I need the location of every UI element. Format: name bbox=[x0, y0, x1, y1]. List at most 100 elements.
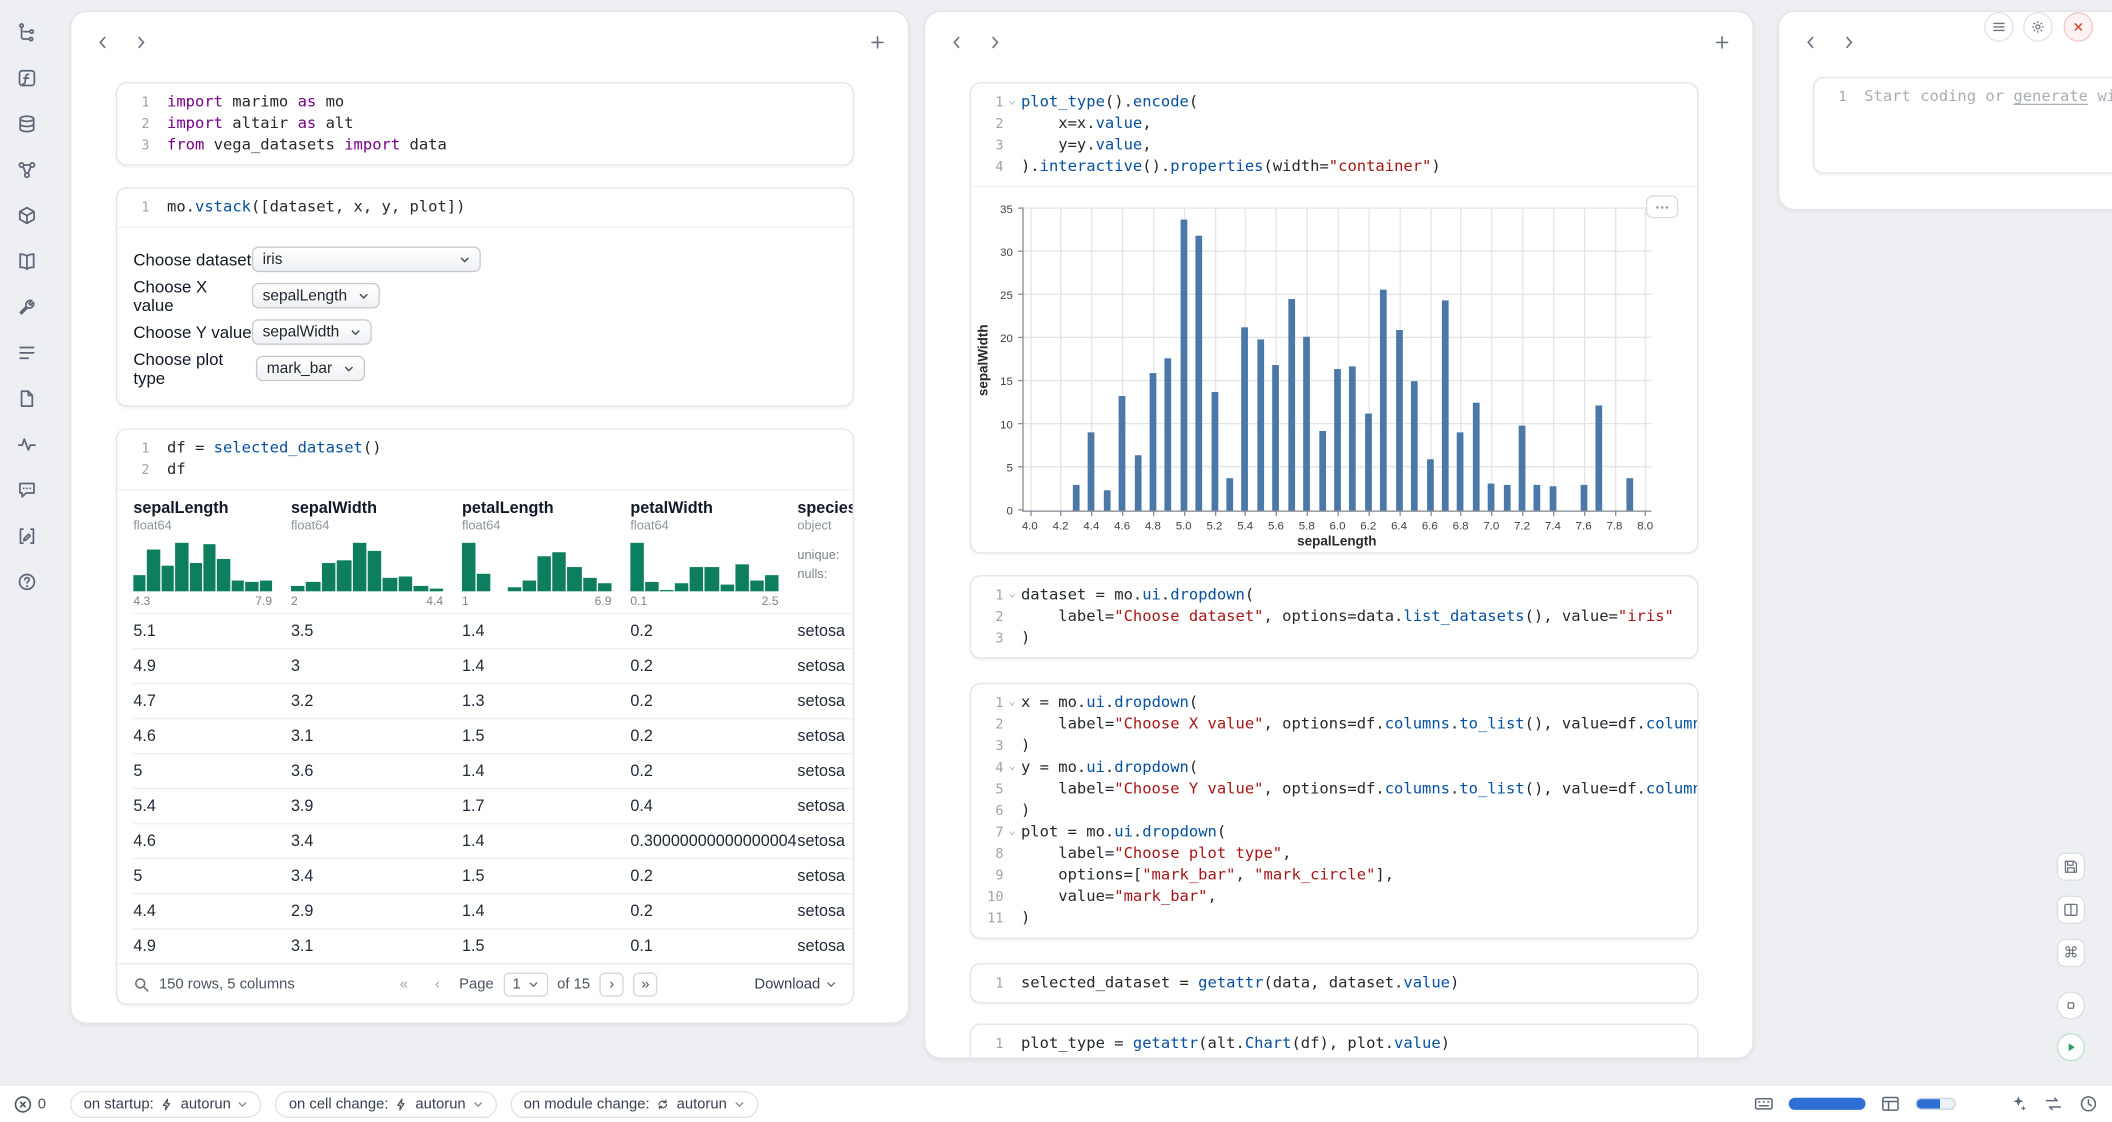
code-line[interactable]: 3) bbox=[971, 735, 1697, 757]
chevron-left-icon[interactable] bbox=[88, 27, 118, 57]
bar-chart[interactable]: sepalWidth 4.04.24.44.64.85.05.25.45.65.… bbox=[1022, 209, 1651, 512]
prev-page-button[interactable]: ‹ bbox=[425, 972, 449, 996]
help-icon[interactable] bbox=[11, 566, 43, 598]
code-line[interactable]: 9 options=["mark_bar", "mark_circle"], bbox=[971, 865, 1697, 887]
snippets-icon[interactable] bbox=[11, 291, 43, 323]
code-line[interactable]: 1import marimo as mo bbox=[117, 92, 852, 114]
code-line[interactable]: 3 y=y.value, bbox=[971, 135, 1697, 157]
datasources-icon[interactable] bbox=[11, 108, 43, 140]
layout-toggle-button[interactable] bbox=[2057, 896, 2085, 924]
column-header-petalWidth[interactable]: petalWidthfloat640.12.5 bbox=[630, 498, 797, 612]
files-icon[interactable] bbox=[11, 383, 43, 415]
code-editor-plot[interactable]: 1⌄plot_type().encode(2 x=x.value,3 y=y.v… bbox=[971, 84, 1697, 186]
first-page-button[interactable]: « bbox=[392, 972, 416, 996]
code-editor-imports[interactable]: 1import marimo as mo2import altair as al… bbox=[117, 84, 852, 165]
clock-icon[interactable] bbox=[2078, 1094, 2098, 1114]
x-select[interactable]: sepalLength bbox=[252, 283, 380, 309]
table-row[interactable]: 4.93.11.50.1setosa bbox=[133, 928, 852, 963]
table-row[interactable]: 4.931.40.2setosa bbox=[133, 648, 852, 683]
documentation-icon[interactable] bbox=[11, 245, 43, 277]
y-select[interactable]: sepalWidth bbox=[252, 319, 372, 345]
table-row[interactable]: 53.41.50.2setosa bbox=[133, 858, 852, 893]
code-editor-selected-dataset[interactable]: 1selected_dataset = getattr(data, datase… bbox=[971, 964, 1697, 1002]
fold-marker-icon[interactable]: ⌄ bbox=[1003, 585, 1021, 604]
table-panel-icon[interactable] bbox=[1880, 1094, 1900, 1114]
new-cell-editor[interactable]: 1 Start coding or generate with AI bbox=[1814, 78, 2112, 116]
table-row[interactable]: 5.13.51.40.2setosa bbox=[133, 613, 852, 648]
code-line[interactable]: 5 label="Choose Y value", options=df.col… bbox=[971, 779, 1697, 801]
code-line[interactable]: 6) bbox=[971, 800, 1697, 822]
generate-ai-link[interactable]: generate bbox=[2013, 86, 2088, 105]
swap-arrows-icon[interactable] bbox=[2043, 1094, 2063, 1114]
plot-type-select[interactable]: mark_bar bbox=[256, 356, 365, 382]
column-header-species[interactable]: speciesobjectunique:nulls: bbox=[797, 498, 852, 612]
sparkle-icon[interactable] bbox=[2008, 1094, 2028, 1114]
code-line[interactable]: 3from vega_datasets import data bbox=[117, 135, 852, 157]
keyboard-shortcuts-button[interactable]: ⌘ bbox=[2057, 939, 2085, 967]
code-line[interactable]: 1⌄x = mo.ui.dropdown( bbox=[971, 692, 1697, 714]
chat-icon[interactable] bbox=[11, 474, 43, 506]
chevron-left-icon[interactable] bbox=[1795, 27, 1825, 57]
fold-marker-icon[interactable]: ⌄ bbox=[1003, 757, 1021, 776]
fold-marker-icon[interactable]: ⌄ bbox=[1003, 822, 1021, 841]
add-cell-icon[interactable] bbox=[862, 27, 892, 57]
tracebacks-icon[interactable] bbox=[11, 428, 43, 460]
table-row[interactable]: 4.42.91.40.2setosa bbox=[133, 893, 852, 928]
code-line[interactable]: 4⌄y = mo.ui.dropdown( bbox=[971, 757, 1697, 779]
stop-button[interactable] bbox=[2057, 991, 2085, 1019]
chevron-right-icon[interactable] bbox=[1833, 27, 1863, 57]
search-icon[interactable] bbox=[133, 976, 149, 992]
code-line[interactable]: 10 value="mark_bar", bbox=[971, 886, 1697, 908]
table-row[interactable]: 4.63.11.50.2setosa bbox=[133, 718, 852, 753]
code-line[interactable]: 4).interactive().properties(width="conta… bbox=[971, 156, 1697, 178]
errors-indicator[interactable]: 0 bbox=[13, 1094, 45, 1113]
code-line[interactable]: 1⌄dataset = mo.ui.dropdown( bbox=[971, 585, 1697, 607]
chevron-right-icon[interactable] bbox=[125, 27, 155, 57]
next-page-button[interactable]: › bbox=[600, 972, 624, 996]
dataset-select[interactable]: iris bbox=[252, 246, 481, 272]
on-startup-chip[interactable]: on startup: autorun bbox=[70, 1090, 262, 1117]
code-line[interactable]: 7⌄plot = mo.ui.dropdown( bbox=[971, 822, 1697, 844]
on-module-change-chip[interactable]: on module change: autorun bbox=[510, 1090, 758, 1117]
table-row[interactable]: 53.61.40.2setosa bbox=[133, 753, 852, 788]
code-line[interactable]: 2 label="Choose dataset", options=data.l… bbox=[971, 606, 1697, 628]
column-header-sepalLength[interactable]: sepalLengthfloat644.37.9 bbox=[133, 498, 291, 612]
chevron-right-icon[interactable] bbox=[979, 27, 1009, 57]
notebook-menu-button[interactable] bbox=[1984, 12, 2014, 42]
add-cell-icon[interactable] bbox=[1707, 27, 1737, 57]
code-editor-dataset[interactable]: 1⌄dataset = mo.ui.dropdown(2 label="Choo… bbox=[971, 576, 1697, 657]
table-row[interactable]: 4.63.41.40.30000000000000004setosa bbox=[133, 823, 852, 858]
code-editor-plot-type[interactable]: 1plot_type = getattr(alt.Chart(df), plot… bbox=[971, 1025, 1697, 1059]
download-button[interactable]: Download bbox=[754, 976, 836, 992]
code-line[interactable]: 11) bbox=[971, 908, 1697, 930]
logs-icon[interactable] bbox=[11, 337, 43, 369]
code-line[interactable]: 3) bbox=[971, 628, 1697, 650]
page-select[interactable]: 1 bbox=[503, 972, 548, 996]
column-header-sepalWidth[interactable]: sepalWidthfloat6424.4 bbox=[291, 498, 462, 612]
variables-icon[interactable] bbox=[11, 154, 43, 186]
code-line[interactable]: 1⌄plot_type().encode( bbox=[971, 92, 1697, 114]
code-line[interactable]: 2import altair as alt bbox=[117, 113, 852, 135]
settings-button[interactable] bbox=[2023, 12, 2053, 42]
code-line[interactable]: 1df = selected_dataset() bbox=[117, 438, 852, 460]
table-row[interactable]: 5.43.91.70.4setosa bbox=[133, 788, 852, 823]
code-editor-xy[interactable]: 1⌄x = mo.ui.dropdown(2 label="Choose X v… bbox=[971, 684, 1697, 937]
column-header-petalLength[interactable]: petalLengthfloat6416.9 bbox=[462, 498, 630, 612]
functions-icon[interactable] bbox=[11, 62, 43, 94]
code-line[interactable]: 1selected_dataset = getattr(data, datase… bbox=[971, 972, 1697, 994]
code-line[interactable]: 2 label="Choose X value", options=df.col… bbox=[971, 714, 1697, 736]
on-cell-change-chip[interactable]: on cell change: autorun bbox=[275, 1090, 496, 1117]
last-page-button[interactable]: » bbox=[633, 972, 657, 996]
table-row[interactable]: 4.73.21.30.2setosa bbox=[133, 683, 852, 718]
code-line[interactable]: 2 x=x.value, bbox=[971, 113, 1697, 135]
code-line[interactable]: 2df bbox=[117, 459, 852, 481]
code-editor-vstack[interactable]: 1mo.vstack([dataset, x, y, plot]) bbox=[117, 189, 852, 227]
run-button[interactable] bbox=[2057, 1033, 2085, 1061]
packages-icon[interactable] bbox=[11, 199, 43, 231]
shutdown-button[interactable] bbox=[2064, 12, 2094, 42]
code-line[interactable]: 1plot_type = getattr(alt.Chart(df), plot… bbox=[971, 1033, 1697, 1055]
fold-marker-icon[interactable]: ⌄ bbox=[1003, 92, 1021, 111]
code-line[interactable]: 1mo.vstack([dataset, x, y, plot]) bbox=[117, 197, 852, 219]
chart-menu-button[interactable] bbox=[1646, 195, 1678, 218]
code-line[interactable]: 8 label="Choose plot type", bbox=[971, 843, 1697, 865]
